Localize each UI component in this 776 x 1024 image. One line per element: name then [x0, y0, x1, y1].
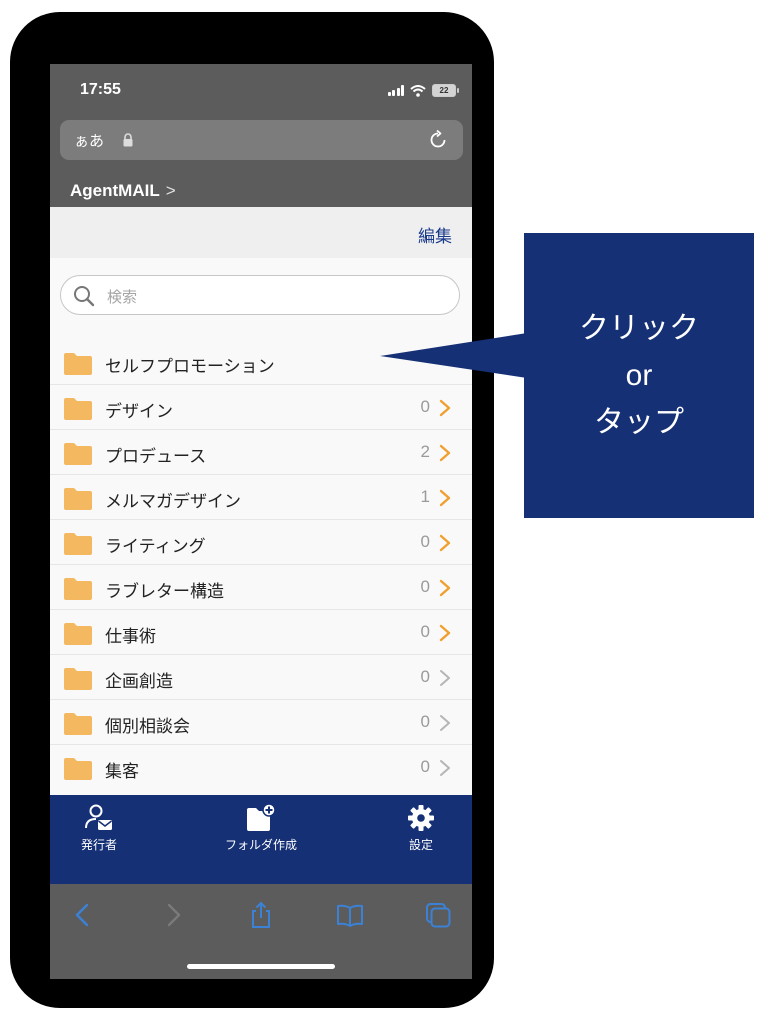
- folder-row[interactable]: ライティング 0: [50, 520, 472, 565]
- search-placeholder: 検索: [107, 288, 138, 306]
- folder-plus-icon: [247, 803, 276, 831]
- edit-button[interactable]: 編集: [418, 222, 452, 247]
- tab-create-folder-label: フォルダ作成: [224, 838, 297, 852]
- folder-row[interactable]: セルフプロモーション: [50, 340, 472, 385]
- folder-icon: [64, 533, 92, 555]
- folder-name: セルフプロモーション: [105, 357, 275, 377]
- folder-name: 集客: [105, 762, 139, 782]
- chevron-right-icon: [439, 579, 451, 597]
- forward-icon[interactable]: [158, 900, 188, 930]
- chevron-right-icon: [440, 760, 450, 776]
- list-header: 編集: [50, 207, 472, 258]
- tab-bar: 発行者 フォルダ作成 設定: [50, 795, 472, 884]
- folder-count: 0: [420, 397, 430, 416]
- signal-icon: [387, 85, 404, 96]
- chevron-right-icon: [439, 444, 451, 462]
- folder-icon: [64, 443, 92, 465]
- tab-settings[interactable]: 設定: [396, 803, 446, 853]
- callout-line: or: [625, 359, 653, 392]
- folder-count: 0: [420, 667, 430, 686]
- reload-icon[interactable]: [427, 129, 449, 151]
- folder-icon: [64, 578, 92, 600]
- folder-count: 1: [420, 487, 430, 506]
- callout-line: クリック: [579, 311, 699, 346]
- url-bar[interactable]: ぁあ: [60, 120, 463, 160]
- phone-frame: 17:55 22 ぁあ AgentMAIL > 編集 検索 セルフプロモーション…: [10, 12, 494, 1008]
- chevron-right-icon: [440, 715, 450, 731]
- folder-count: 0: [420, 712, 430, 731]
- folder-count: 0: [420, 622, 430, 641]
- folder-row[interactable]: 個別相談会 0: [50, 700, 472, 745]
- folder-list: セルフプロモーション デザイン 0 プロデュース 2 メルマガデザイン 1 ライ…: [50, 340, 472, 790]
- status-bar: 17:55 22: [50, 64, 472, 116]
- folder-count: 0: [420, 757, 430, 776]
- status-time: 17:55: [80, 81, 121, 98]
- text-size-button[interactable]: ぁあ: [74, 130, 104, 151]
- tab-settings-label: 設定: [408, 838, 433, 852]
- folder-icon: [64, 758, 92, 780]
- tab-sender-label: 発行者: [80, 838, 117, 852]
- folder-row[interactable]: メルマガデザイン 1: [50, 475, 472, 520]
- folder-row[interactable]: デザイン 0: [50, 385, 472, 430]
- folder-row[interactable]: 仕事術 0: [50, 610, 472, 655]
- chevron-right-icon: [439, 624, 451, 642]
- status-icons: 22: [387, 84, 459, 97]
- bookmarks-icon[interactable]: [335, 900, 365, 930]
- tabs-icon[interactable]: [423, 900, 453, 930]
- folder-page: 編集 検索 セルフプロモーション デザイン 0 プロデュース 2 メルマガデザイ…: [50, 207, 472, 795]
- folder-icon: [64, 623, 92, 645]
- folder-name: ライティング: [105, 537, 206, 557]
- folder-name: メルマガデザイン: [105, 492, 241, 512]
- folder-row[interactable]: 企画創造 0: [50, 655, 472, 700]
- chevron-right-icon: [439, 534, 451, 552]
- callout-box: クリック or タップ: [524, 233, 754, 518]
- user-mail-icon: [85, 804, 112, 830]
- tab-create-folder[interactable]: フォルダ作成: [216, 803, 306, 853]
- search-icon: [74, 286, 95, 307]
- folder-count: 2: [420, 442, 430, 461]
- lock-icon: [123, 133, 133, 147]
- phone-screen: 17:55 22 ぁあ AgentMAIL > 編集 検索 セルフプロモーション…: [50, 64, 472, 979]
- folder-count: 0: [420, 577, 430, 596]
- callout-line: タップ: [594, 405, 684, 440]
- folder-name: 企画創造: [105, 672, 173, 692]
- folder-row[interactable]: ラブレター構造 0: [50, 565, 472, 610]
- folder-icon: [64, 353, 92, 375]
- battery-icon: 22: [432, 84, 459, 97]
- folder-row[interactable]: 集客 0: [50, 745, 472, 790]
- folder-icon: [64, 713, 92, 735]
- chevron-right-icon: [439, 489, 451, 507]
- browser-toolbar: [50, 884, 472, 979]
- folder-name: プロデュース: [105, 447, 207, 467]
- folder-name: ラブレター構造: [105, 582, 224, 602]
- chevron-right-icon: [439, 399, 451, 417]
- tab-sender[interactable]: 発行者: [74, 803, 124, 853]
- folder-row[interactable]: プロデュース 2: [50, 430, 472, 475]
- folder-name: デザイン: [105, 402, 173, 422]
- gear-icon: [408, 805, 434, 831]
- folder-count: 0: [420, 532, 430, 551]
- breadcrumb-separator: >: [165, 181, 176, 200]
- breadcrumb-label[interactable]: AgentMAIL: [70, 181, 160, 201]
- wifi-icon: [410, 84, 426, 97]
- folder-name: 個別相談会: [105, 717, 190, 737]
- chevron-right-icon: [440, 670, 450, 686]
- folder-icon: [64, 488, 92, 510]
- folder-name: 仕事術: [105, 627, 156, 647]
- folder-icon: [64, 398, 92, 420]
- breadcrumb[interactable]: AgentMAIL >: [70, 181, 176, 201]
- search-input[interactable]: 検索: [60, 275, 460, 315]
- folder-icon: [64, 668, 92, 690]
- home-indicator: [187, 964, 335, 969]
- share-icon[interactable]: [246, 900, 276, 930]
- back-icon[interactable]: [68, 900, 98, 930]
